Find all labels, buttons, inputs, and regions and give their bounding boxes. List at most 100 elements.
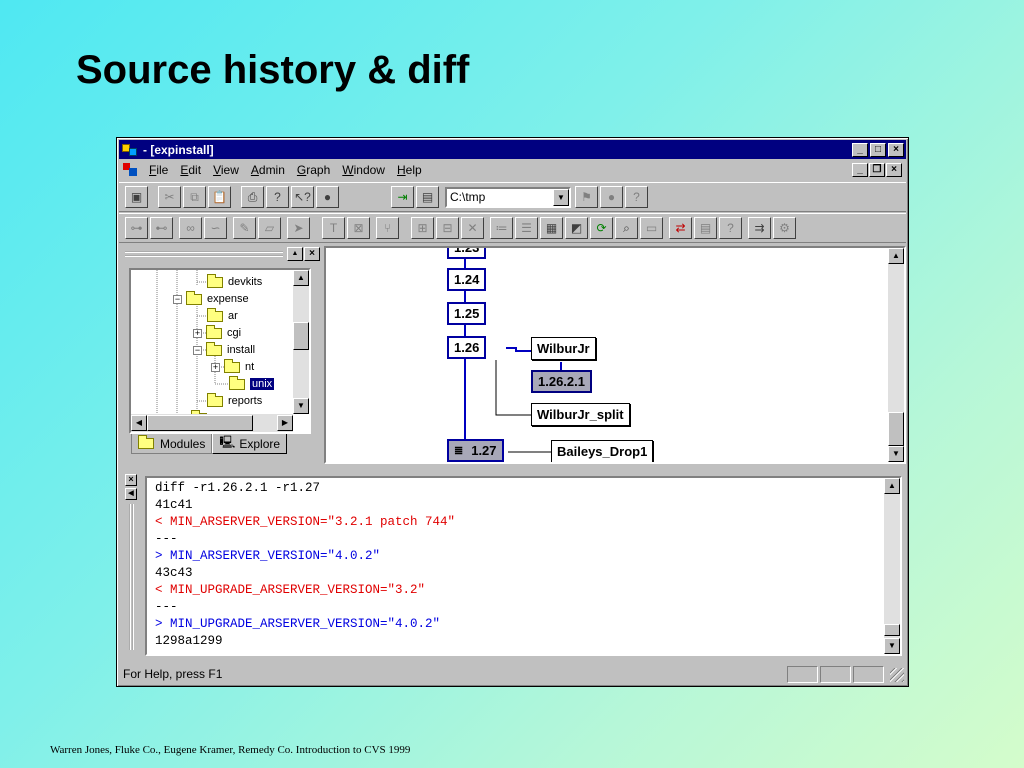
menu-graph[interactable]: Graph (291, 163, 336, 177)
branch-icon[interactable]: ⑂ (376, 217, 399, 239)
scroll-up-icon[interactable]: ▲ (884, 478, 900, 494)
question-icon[interactable]: ? (625, 186, 648, 208)
refresh-icon[interactable]: ⟳ (590, 217, 613, 239)
unlock-icon[interactable]: ⊷ (150, 217, 173, 239)
menu-window[interactable]: Window (336, 163, 391, 177)
branch-node[interactable]: WilburJr (531, 337, 596, 360)
info-icon[interactable]: ? (719, 217, 742, 239)
remove-icon[interactable]: ⊟ (436, 217, 459, 239)
scroll-down-icon[interactable]: ▼ (888, 446, 904, 462)
paste-icon[interactable]: 📋 (208, 186, 231, 208)
export-icon[interactable]: ⇉ (748, 217, 771, 239)
checkout-icon[interactable]: ⇥ (391, 186, 414, 208)
resize-grip-icon[interactable] (890, 668, 904, 682)
tab-explore[interactable]: 🖳 Explore (212, 434, 288, 454)
tree-item[interactable]: + cgi (193, 324, 241, 341)
mdi-restore-button[interactable]: ❐ (869, 163, 885, 177)
revision-node[interactable]: 1.25 (447, 302, 487, 325)
save-icon[interactable]: ▣ (125, 186, 148, 208)
log-icon[interactable]: ≔ (490, 217, 513, 239)
revision-node[interactable]: 1.23 (447, 248, 487, 259)
menu-admin[interactable]: Admin (245, 163, 291, 177)
branch-revision-node[interactable]: 1.26.2.1 (531, 370, 592, 393)
eraser-icon[interactable]: ▱ (258, 217, 281, 239)
edit-icon[interactable]: ∞ (179, 217, 202, 239)
tag-node[interactable]: Baileys_Drop1 (551, 440, 654, 462)
pane-grip[interactable] (129, 504, 134, 650)
tab-modules[interactable]: Modules (131, 434, 213, 454)
branch-node[interactable]: WilburJr_split (531, 403, 630, 426)
grid-icon[interactable]: ▦ (540, 217, 563, 239)
diff-text[interactable]: diff -r1.26.2.1 -r1.27 41c41 < MIN_ARSER… (145, 476, 902, 656)
menu-help[interactable]: Help (391, 163, 428, 177)
maximize-button[interactable]: □ (870, 142, 886, 157)
record-icon[interactable]: ● (600, 186, 623, 208)
stop-icon[interactable]: ● (316, 186, 339, 208)
app-icon[interactable] (121, 142, 139, 157)
merge-icon[interactable]: ⇄ (669, 217, 692, 239)
copy-icon[interactable]: ⧉ (183, 186, 206, 208)
scroll-thumb[interactable] (884, 624, 900, 636)
minimize-button[interactable]: _ (852, 142, 868, 157)
scroll-down-icon[interactable]: ▼ (293, 398, 309, 414)
expand-icon[interactable]: + (211, 362, 220, 372)
module-tree[interactable]: devkits − expense ar + cgi − install + n… (129, 268, 311, 434)
document-icon[interactable] (123, 163, 139, 177)
scroll-up-icon[interactable]: ▲ (293, 270, 309, 286)
path-combobox[interactable]: C:\tmp ▼ (445, 186, 571, 208)
pane-dock-button[interactable]: ▲ (287, 247, 303, 261)
window-titlebar[interactable]: - [expinstall] _ □ × (119, 140, 906, 159)
lock-icon[interactable]: ⊶ (125, 217, 148, 239)
add-icon[interactable]: ⊞ (411, 217, 434, 239)
cut-icon[interactable]: ✂ (158, 186, 181, 208)
tree-item[interactable]: + nt (211, 358, 254, 375)
revision-graph[interactable]: 1.23 1.24 1.25 1.26 ≣ 1.27 WilburJr 1.26… (324, 246, 906, 464)
tree-item[interactable]: reports (207, 392, 262, 409)
close-button[interactable]: × (888, 142, 904, 157)
collapse-icon[interactable]: − (173, 294, 182, 304)
collapse-icon[interactable]: − (193, 345, 202, 355)
pane-dock-button[interactable]: ◀ (125, 488, 137, 500)
revision-node[interactable]: 1.26 (447, 336, 487, 359)
pencil-icon[interactable]: ✎ (233, 217, 256, 239)
scroll-thumb[interactable] (888, 412, 904, 446)
scroll-up-icon[interactable]: ▲ (888, 248, 904, 264)
unedit-icon[interactable]: ∽ (204, 217, 227, 239)
context-help-icon[interactable]: ↖? (291, 186, 314, 208)
fish-icon[interactable]: ➤ (287, 217, 310, 239)
diff-icon[interactable]: ▭ (640, 217, 663, 239)
browse-icon[interactable]: ⚑ (575, 186, 598, 208)
chevron-down-icon[interactable]: ▼ (553, 188, 569, 206)
menu-view[interactable]: View (207, 163, 245, 177)
expand-icon[interactable]: + (193, 328, 202, 338)
hscroll-thumb[interactable] (147, 415, 253, 431)
settings-icon[interactable]: ⚙ (773, 217, 796, 239)
pane-close-button[interactable]: × (304, 247, 320, 261)
module-icon[interactable]: ▤ (416, 186, 439, 208)
revision-node-current[interactable]: ≣ 1.27 (447, 439, 504, 462)
pane-grip[interactable] (125, 251, 283, 257)
mdi-close-button[interactable]: × (886, 163, 902, 177)
tree-item[interactable]: − expense (173, 290, 249, 307)
tree-vscrollbar[interactable]: ▲ ▼ (293, 270, 309, 414)
list-icon[interactable]: ☰ (515, 217, 538, 239)
tree-item[interactable]: devkits (207, 273, 262, 290)
tree-hscrollbar[interactable]: ◀ ▶ (131, 414, 293, 432)
graph-icon[interactable]: ◩ (565, 217, 588, 239)
menu-file[interactable]: File (143, 163, 174, 177)
diff-vscrollbar[interactable]: ▲ ▼ (884, 478, 900, 654)
graph-vscrollbar[interactable]: ▲ ▼ (888, 248, 904, 462)
tree-item[interactable]: − install (193, 341, 255, 358)
print-icon[interactable]: ⎙ (241, 186, 264, 208)
tag-icon[interactable]: T (322, 217, 345, 239)
scroll-down-icon[interactable]: ▼ (884, 638, 900, 654)
untag-icon[interactable]: ⊠ (347, 217, 370, 239)
menu-edit[interactable]: Edit (174, 163, 207, 177)
tree-item[interactable]: ar (207, 307, 238, 324)
scroll-thumb[interactable] (293, 322, 309, 350)
tree-item-selected[interactable]: unix (229, 375, 275, 392)
revision-node[interactable]: 1.24 (447, 268, 487, 291)
help-icon[interactable]: ? (266, 186, 289, 208)
query-icon[interactable]: ⌕ (615, 217, 638, 239)
scroll-left-icon[interactable]: ◀ (131, 415, 147, 431)
